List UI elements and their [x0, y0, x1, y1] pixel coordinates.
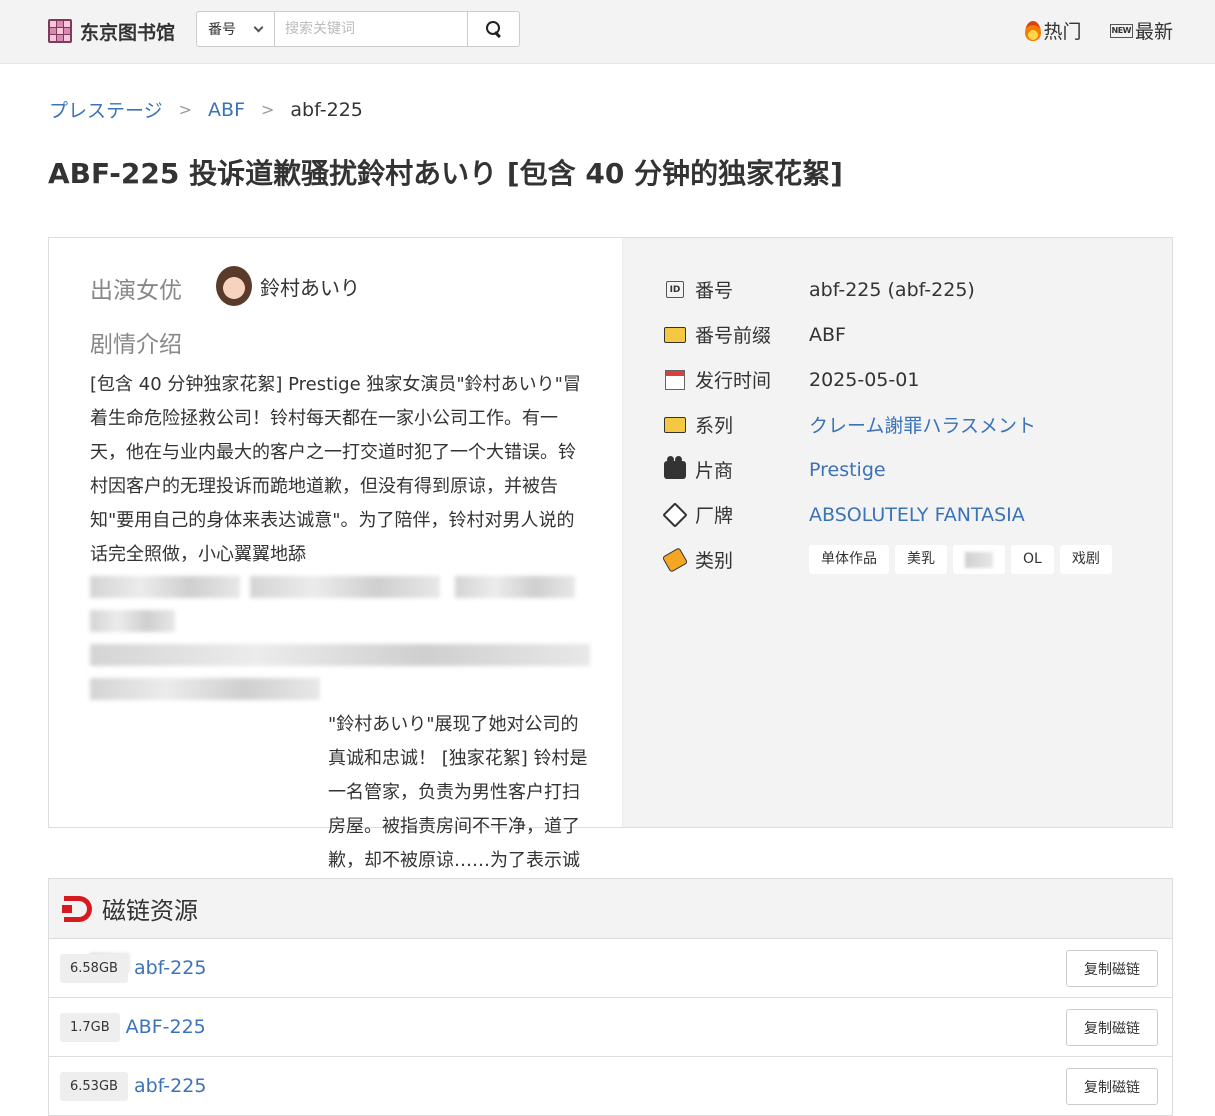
- meta-key: 类别: [695, 550, 734, 572]
- meta-row-genres: 类别 单体作品 美乳 OL 戏剧: [661, 537, 1112, 582]
- magnet-row: 6.53GB abf-225 复制磁链: [49, 1057, 1172, 1116]
- breadcrumb-separator: >: [178, 100, 193, 119]
- genre-tag[interactable]: OL: [1011, 545, 1054, 574]
- actor-name: 鈴村あいり: [260, 275, 360, 300]
- label-tag-icon: [661, 546, 689, 573]
- magnet-link[interactable]: ABF-225: [126, 1016, 206, 1038]
- magnet-link[interactable]: abf-225: [134, 1075, 206, 1097]
- search-button[interactable]: [468, 11, 520, 47]
- file-size-badge: 1.7GB: [60, 1012, 120, 1042]
- file-size-badge: 6.58GB: [60, 953, 128, 983]
- meta-key: 系列: [695, 415, 734, 437]
- genre-tag-blurred[interactable]: [953, 545, 1005, 574]
- magnet-header: 磁链资源: [49, 879, 1172, 939]
- breadcrumb: プレステージ > ABF > abf-225: [49, 96, 363, 123]
- chevron-down-icon: [253, 22, 264, 32]
- page-title: ABF-225 投诉道歉骚扰鈴村あいり [包含 40 分钟的独家花絮]: [48, 157, 843, 190]
- actor-label: 出演女优: [90, 278, 182, 304]
- blurred-text: [90, 572, 590, 742]
- movie-info-panel: 出演女优 鈴村あいり 剧情介绍 [包含 40 分钟独家花絮] Prestige …: [48, 237, 1173, 973]
- meta-row-release-date: 发行时间 2025-05-01: [663, 357, 1112, 402]
- meta-value: 2025-05-01: [809, 368, 920, 391]
- search-icon: [485, 21, 502, 37]
- search-type-select[interactable]: 番号: [196, 11, 274, 47]
- copy-magnet-button[interactable]: 复制磁链: [1066, 1009, 1158, 1046]
- series-link[interactable]: クレーム謝罪ハラスメント: [809, 411, 1036, 438]
- meta-row-code: ID 番号 abf-225 (abf-225): [663, 267, 1112, 312]
- magnet-row: 6.58GB abf-225 复制磁链: [49, 939, 1172, 998]
- studio-link[interactable]: Prestige: [809, 459, 886, 481]
- magnet-section: 磁链资源 6.58GB abf-225 复制磁链 1.7GB ABF-225 复…: [48, 878, 1173, 1116]
- folder-icon: [663, 324, 687, 346]
- nav-hot-label: 热门: [1043, 21, 1082, 43]
- site-name: 东京图书馆: [80, 21, 176, 44]
- nav-hot[interactable]: 热门: [1025, 17, 1082, 44]
- meta-row-studio: 片商 Prestige: [663, 447, 1112, 492]
- magnet-title: 磁链资源: [102, 897, 198, 925]
- meta-row-series: 系列 クレーム謝罪ハラスメント: [663, 402, 1112, 447]
- meta-value: ABF: [809, 323, 846, 346]
- copy-magnet-button[interactable]: 复制磁链: [1066, 950, 1158, 987]
- file-size-badge: 6.53GB: [60, 1071, 128, 1101]
- site-logo[interactable]: 东京图书馆: [48, 16, 175, 46]
- breadcrumb-current: abf-225: [290, 98, 363, 121]
- metadata-section: ID 番号 abf-225 (abf-225) 番号前缀 ABF 发行时间 20…: [622, 238, 1172, 827]
- library-logo-icon: [48, 19, 72, 43]
- nav-latest-label: 最新: [1134, 21, 1173, 43]
- top-header: 东京图书馆 番号 热门 NEW 最新: [0, 0, 1215, 64]
- plot-label: 剧情介绍: [90, 332, 182, 358]
- tag-icon: [662, 501, 688, 528]
- nav-latest[interactable]: NEW 最新: [1109, 17, 1173, 44]
- description-section: 出演女优 鈴村あいり 剧情介绍 [包含 40 分钟独家花絮] Prestige …: [49, 238, 622, 973]
- fire-icon: [1025, 20, 1042, 41]
- genre-tag[interactable]: 戏剧: [1059, 545, 1112, 574]
- genre-tag[interactable]: 美乳: [895, 545, 947, 574]
- breadcrumb-separator: >: [261, 100, 275, 119]
- calendar-icon: [663, 369, 687, 391]
- camera-icon: [663, 455, 687, 481]
- plot-text-part1: [包含 40 分钟独家花絮] Prestige 独家女演员"鈴村あいり"冒着生命…: [90, 374, 581, 565]
- meta-key: 厂牌: [695, 505, 734, 527]
- meta-value: abf-225 (abf-225): [809, 278, 975, 301]
- id-icon: ID: [663, 279, 687, 301]
- meta-key: 番号: [695, 280, 734, 302]
- metadata-list: ID 番号 abf-225 (abf-225) 番号前缀 ABF 发行时间 20…: [661, 267, 1112, 582]
- meta-key: 片商: [695, 460, 734, 482]
- magnet-row: 1.7GB ABF-225 复制磁链: [49, 998, 1172, 1057]
- folder-icon: [663, 414, 687, 436]
- breadcrumb-studio[interactable]: プレステージ: [49, 96, 163, 123]
- actor-link[interactable]: 鈴村あいり: [216, 266, 360, 306]
- meta-key: 发行时间: [695, 370, 772, 392]
- magnet-link[interactable]: abf-225: [134, 957, 206, 979]
- new-badge-icon: NEW: [1109, 23, 1133, 38]
- breadcrumb-prefix[interactable]: ABF: [208, 99, 245, 121]
- avatar: [216, 266, 252, 306]
- top-nav: 热门 NEW 最新: [1025, 17, 1173, 44]
- genre-tag[interactable]: 单体作品: [809, 545, 889, 574]
- meta-row-label: 厂牌 ABSOLUTELY FANTASIA: [662, 492, 1112, 537]
- search-input[interactable]: [274, 11, 468, 47]
- meta-key: 番号前缀: [695, 325, 772, 347]
- meta-row-prefix: 番号前缀 ABF: [663, 312, 1112, 357]
- magnet-icon: [62, 895, 92, 922]
- search-type-label: 番号: [208, 22, 236, 38]
- search-bar: 番号: [196, 11, 520, 47]
- label-link[interactable]: ABSOLUTELY FANTASIA: [809, 504, 1025, 526]
- copy-magnet-button[interactable]: 复制磁链: [1066, 1068, 1158, 1105]
- genre-tags: 单体作品 美乳 OL 戏剧: [809, 545, 1112, 574]
